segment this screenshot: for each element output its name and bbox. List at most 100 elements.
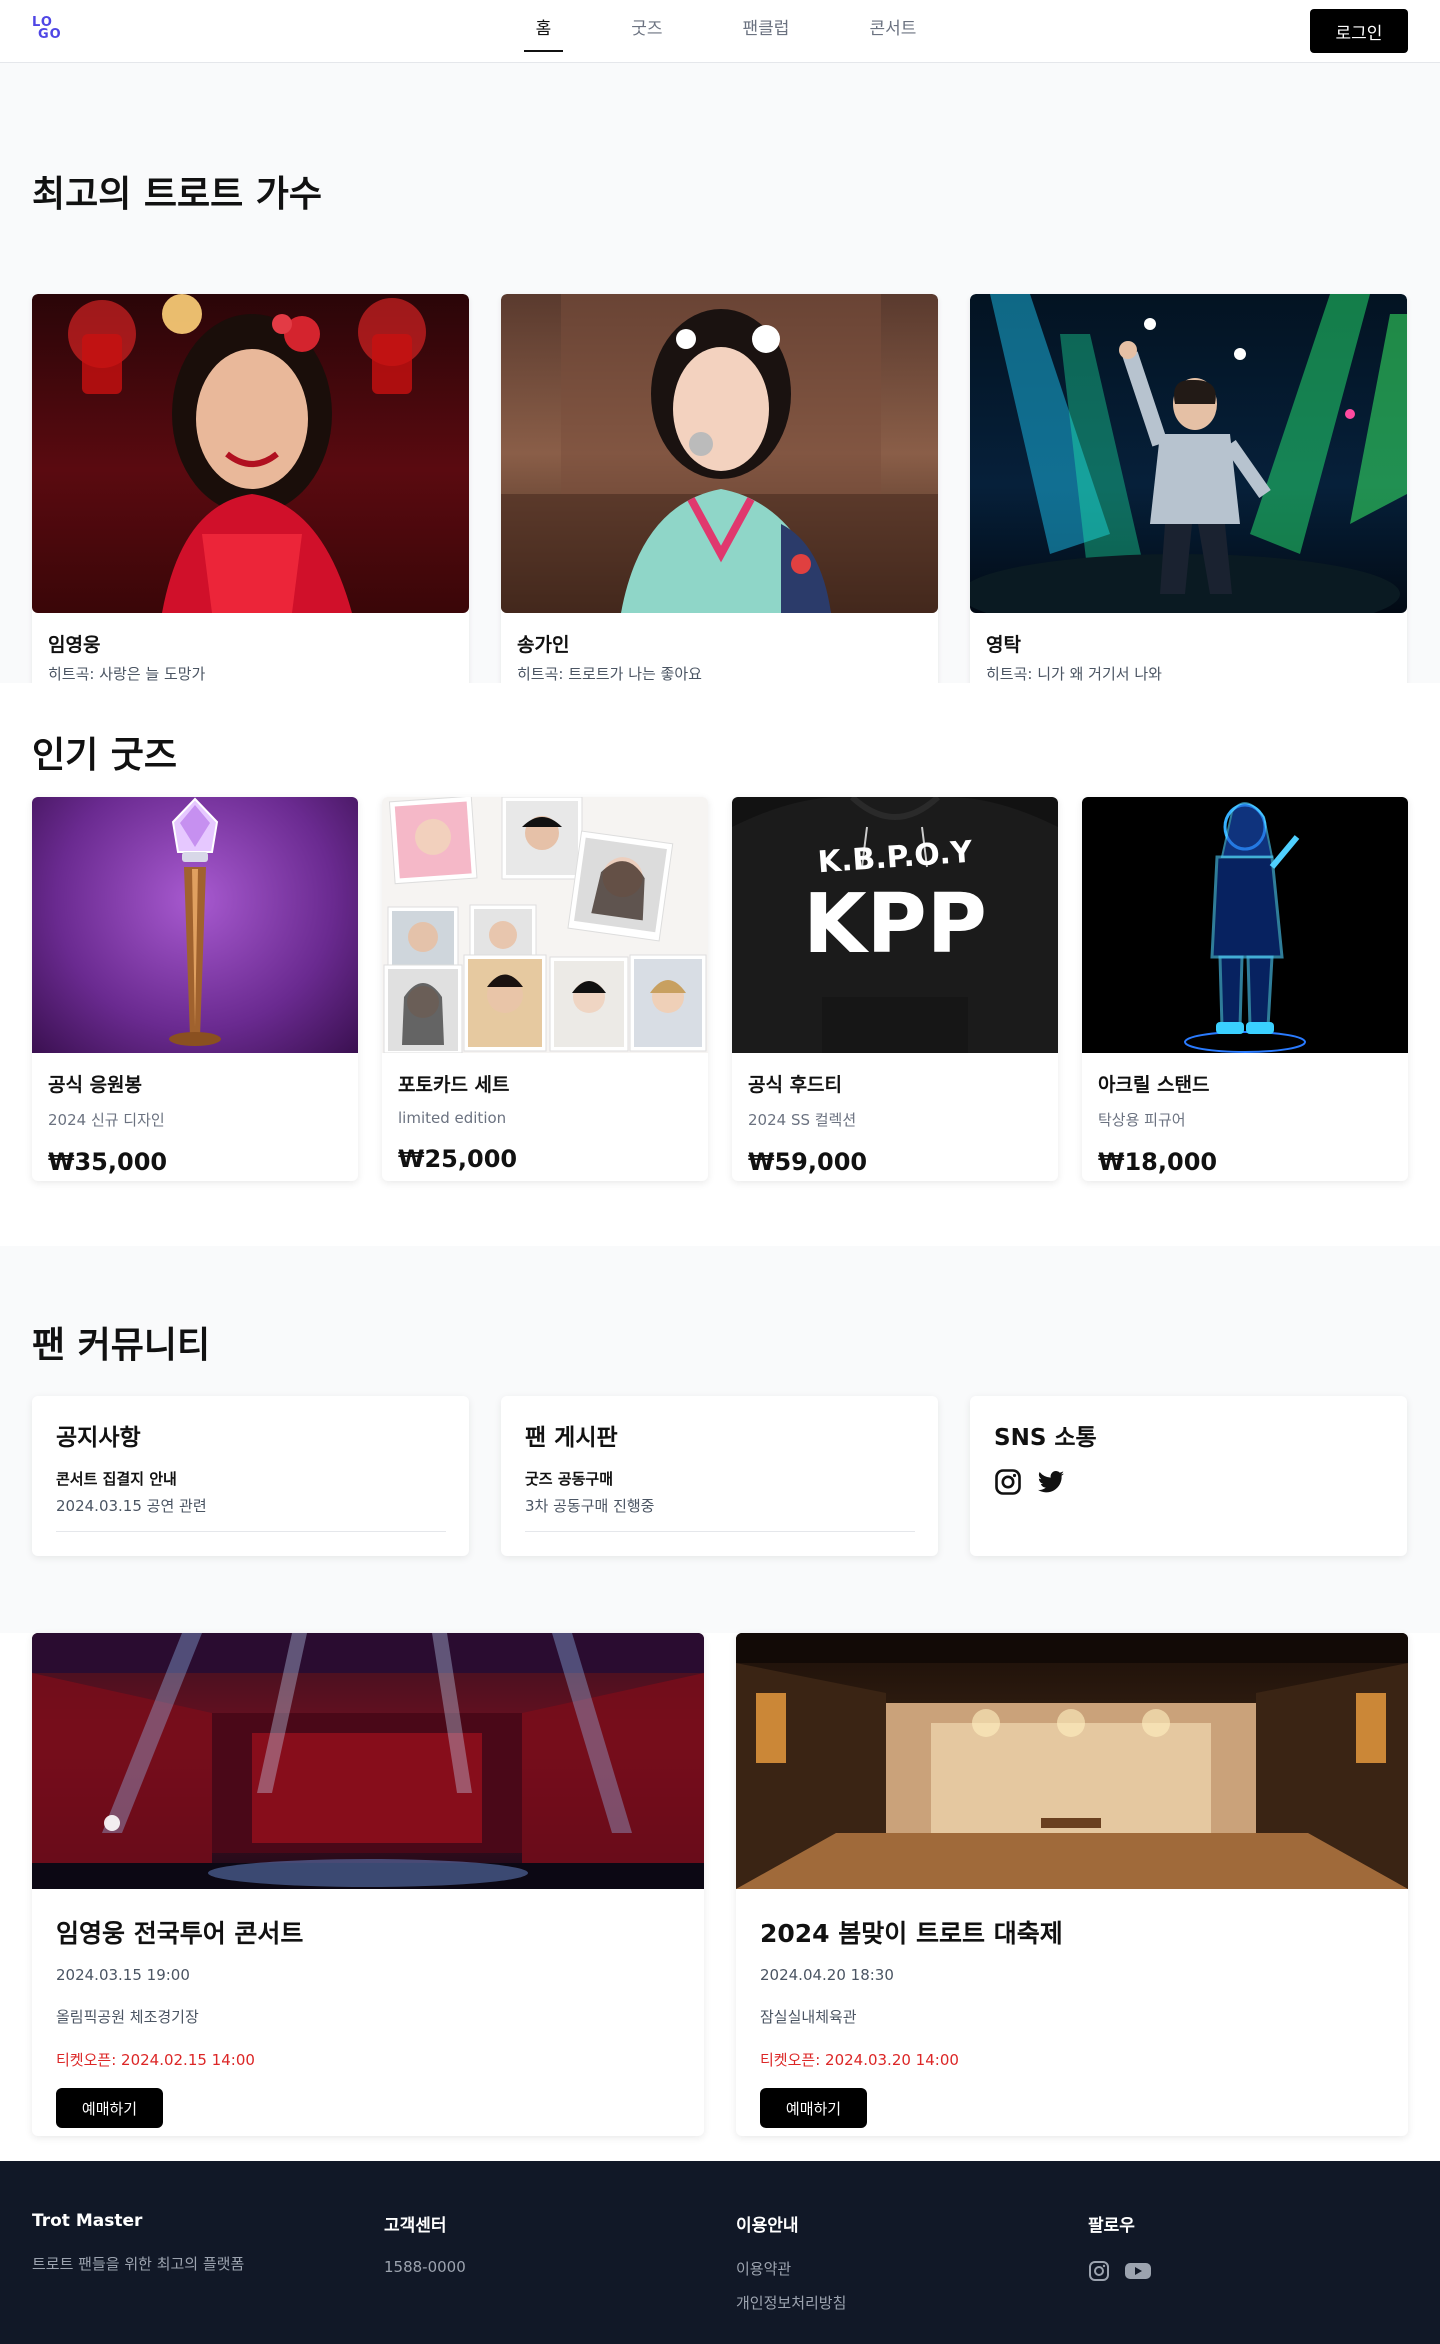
- footer-cs-phone: 1588-0000: [384, 2258, 466, 2276]
- footer-brand-col: Trot Master 트로트 팬들을 위한 최고의 플랫폼: [32, 2211, 244, 2274]
- goods-price: ₩35,000: [48, 1148, 168, 1176]
- goods-card[interactable]: K.B.P.O.Y KPP 공식 후드티 2024 SS 컬렉션 ₩59,000: [732, 797, 1058, 1181]
- lightstick-art: [169, 797, 221, 1046]
- singer-photo-art: [970, 294, 1407, 613]
- goods-card[interactable]: 포토카드 세트 limited edition ₩25,000: [382, 797, 708, 1181]
- concert-card[interactable]: 2024 봄맞이 트로트 대축제 2024.04.20 18:30 잠실실내체육…: [736, 1633, 1408, 2136]
- concert-photo: [32, 1633, 704, 1889]
- photocard-art: [383, 797, 707, 1053]
- singer-photo: [32, 294, 469, 613]
- community-grid: 공지사항 콘서트 집결지 안내 2024.03.15 공연 관련 팬 게시판 굿…: [32, 1396, 1407, 1556]
- goods-grid: 공식 응원봉 2024 신규 디자인 ₩35,000 포토카드 세트 limit…: [32, 797, 1408, 1181]
- footer-cs-title: 고객센터: [384, 2216, 447, 2236]
- board-item-sub: 3차 공동구매 진행중: [525, 1497, 655, 1515]
- section-title: 팬 커뮤니티: [32, 1325, 211, 1366]
- footer-terms-link[interactable]: 이용약관: [736, 2258, 846, 2279]
- hoodie-print-main: KPP: [803, 877, 987, 972]
- singer-photo: [501, 294, 938, 613]
- sns-links: [994, 1468, 1383, 1500]
- goods-photo: [32, 797, 358, 1053]
- concert-venue: 잠실실내체육관: [760, 2008, 857, 2026]
- footer-privacy-link[interactable]: 개인정보처리방침: [736, 2292, 846, 2313]
- singer-card[interactable]: 임영웅 히트곡: 사랑은 늘 도망가: [32, 294, 469, 697]
- singer-name: 송가인: [517, 634, 570, 656]
- singer-card[interactable]: 송가인 히트곡: 트로트가 나는 좋아요: [501, 294, 938, 697]
- notice-item-sub: 2024.03.15 공연 관련: [56, 1497, 207, 1515]
- fan-board-card[interactable]: 팬 게시판 굿즈 공동구매 3차 공동구매 진행중: [501, 1396, 938, 1556]
- singer-name: 영탁: [986, 634, 1021, 656]
- footer-guide-title: 이용안내: [736, 2216, 799, 2236]
- instagram-icon[interactable]: [994, 1468, 1022, 1500]
- popular-goods-section: 인기 굿즈 공식 응원봉 2024 신규 디자인 ₩35,000 포토카드 세트…: [0, 683, 1440, 1246]
- twitter-icon[interactable]: [1036, 1468, 1066, 1500]
- sns-card: SNS 소통: [970, 1396, 1407, 1556]
- section-title: 인기 굿즈: [32, 735, 178, 776]
- footer-guide-col: 이용안내 이용약관 개인정보처리방침: [736, 2211, 846, 2313]
- goods-photo: K.B.P.O.Y KPP: [732, 797, 1058, 1053]
- singer-grid: 임영웅 히트곡: 사랑은 늘 도망가 송가인 히트곡: 트로트가 나는 좋아요 …: [32, 294, 1407, 697]
- singer-hit-song: 히트곡: 니가 왜 거기서 나와: [986, 665, 1162, 683]
- book-button[interactable]: 예매하기: [760, 2088, 867, 2128]
- board-title: 팬 게시판: [525, 1425, 618, 1451]
- footer-follow-title: 팔로우: [1088, 2216, 1135, 2236]
- concert-title: 2024 봄맞이 트로트 대축제: [760, 1919, 1063, 1948]
- footer-social-icons: [1088, 2260, 1152, 2286]
- singer-photo-art: [68, 294, 426, 613]
- ticket-open-date: 티켓오픈: 2024.02.15 14:00: [56, 2051, 255, 2069]
- footer-cs-col: 고객센터 1588-0000: [384, 2211, 466, 2276]
- nav-concert[interactable]: 콘서트: [857, 0, 928, 52]
- concert-datetime: 2024.03.15 19:00: [56, 1966, 190, 1984]
- footer-brand: Trot Master: [32, 2211, 143, 2231]
- singer-photo-art: [501, 294, 938, 613]
- goods-price: ₩25,000: [398, 1145, 518, 1173]
- fan-community-section: 팬 커뮤니티 공지사항 콘서트 집결지 안내 2024.03.15 공연 관련 …: [0, 1246, 1440, 1633]
- login-button[interactable]: 로그인: [1310, 9, 1408, 53]
- footer-tagline: 트로트 팬들을 위한 최고의 플랫폼: [32, 2255, 245, 2273]
- book-button[interactable]: 예매하기: [56, 2088, 163, 2128]
- hoodie-art: K.B.P.O.Y KPP: [732, 797, 1058, 1053]
- concert-photo: [736, 1633, 1408, 1889]
- goods-description: limited edition: [398, 1109, 507, 1127]
- notice-title: 공지사항: [56, 1425, 141, 1451]
- goods-card[interactable]: 아크릴 스탠드 탁상용 피규어 ₩18,000: [1082, 797, 1408, 1181]
- goods-description: 탁상용 피규어: [1098, 1111, 1186, 1129]
- notice-card[interactable]: 공지사항 콘서트 집결지 안내 2024.03.15 공연 관련: [32, 1396, 469, 1556]
- goods-description: 2024 SS 컬렉션: [748, 1111, 857, 1129]
- acrylic-stand-art: [1184, 802, 1306, 1053]
- divider: [56, 1531, 446, 1532]
- singer-name: 임영웅: [48, 634, 101, 656]
- concerts-section: 임영웅 전국투어 콘서트 2024.03.15 19:00 올림픽공원 체조경기…: [0, 1633, 1440, 2161]
- notice-item-title[interactable]: 콘서트 집결지 안내: [56, 1468, 445, 1489]
- concert-title: 임영웅 전국투어 콘서트: [56, 1919, 304, 1948]
- footer: Trot Master 트로트 팬들을 위한 최고의 플랫폼 고객센터 1588…: [0, 2161, 1440, 2344]
- goods-photo: [382, 797, 708, 1053]
- board-item-title[interactable]: 굿즈 공동구매: [525, 1468, 914, 1489]
- footer-follow-col: 팔로우: [1088, 2211, 1152, 2286]
- singer-card[interactable]: 영탁 히트곡: 니가 왜 거기서 나와: [970, 294, 1407, 697]
- section-title: 최고의 트로트 가수: [32, 174, 323, 215]
- top-navigation: LO GO 홈 굿즈 팬클럽 콘서트 로그인: [0, 0, 1440, 63]
- goods-card[interactable]: 공식 응원봉 2024 신규 디자인 ₩35,000: [32, 797, 358, 1181]
- concert-venue-art: [32, 1633, 704, 1889]
- goods-price: ₩59,000: [748, 1148, 868, 1176]
- singer-hit-song: 히트곡: 트로트가 나는 좋아요: [517, 665, 702, 683]
- concert-card[interactable]: 임영웅 전국투어 콘서트 2024.03.15 19:00 올림픽공원 체조경기…: [32, 1633, 704, 2136]
- ticket-open-date: 티켓오픈: 2024.03.20 14:00: [760, 2051, 959, 2069]
- goods-name: 공식 후드티: [748, 1074, 843, 1096]
- nav-home[interactable]: 홈: [523, 0, 564, 52]
- concert-venue-art: [736, 1633, 1408, 1889]
- divider: [525, 1531, 915, 1532]
- nav-fanclub[interactable]: 팬클럽: [731, 0, 802, 52]
- instagram-icon[interactable]: [1088, 2260, 1110, 2286]
- goods-description: 2024 신규 디자인: [48, 1111, 165, 1129]
- concert-venue: 올림픽공원 체조경기장: [56, 2008, 199, 2026]
- goods-name: 공식 응원봉: [48, 1074, 143, 1096]
- concert-datetime: 2024.04.20 18:30: [760, 1966, 894, 1984]
- youtube-icon[interactable]: [1124, 2260, 1152, 2286]
- sns-title: SNS 소통: [994, 1425, 1097, 1451]
- main-nav: 홈 굿즈 팬클럽 콘서트: [0, 0, 1440, 63]
- goods-photo: [1082, 797, 1408, 1053]
- top-singers-section: 최고의 트로트 가수 임영웅 히트곡: 사랑은 늘 도망가 송가인 히트곡: 트…: [0, 63, 1440, 697]
- nav-goods[interactable]: 굿즈: [619, 0, 674, 52]
- singer-hit-song: 히트곡: 사랑은 늘 도망가: [48, 665, 206, 683]
